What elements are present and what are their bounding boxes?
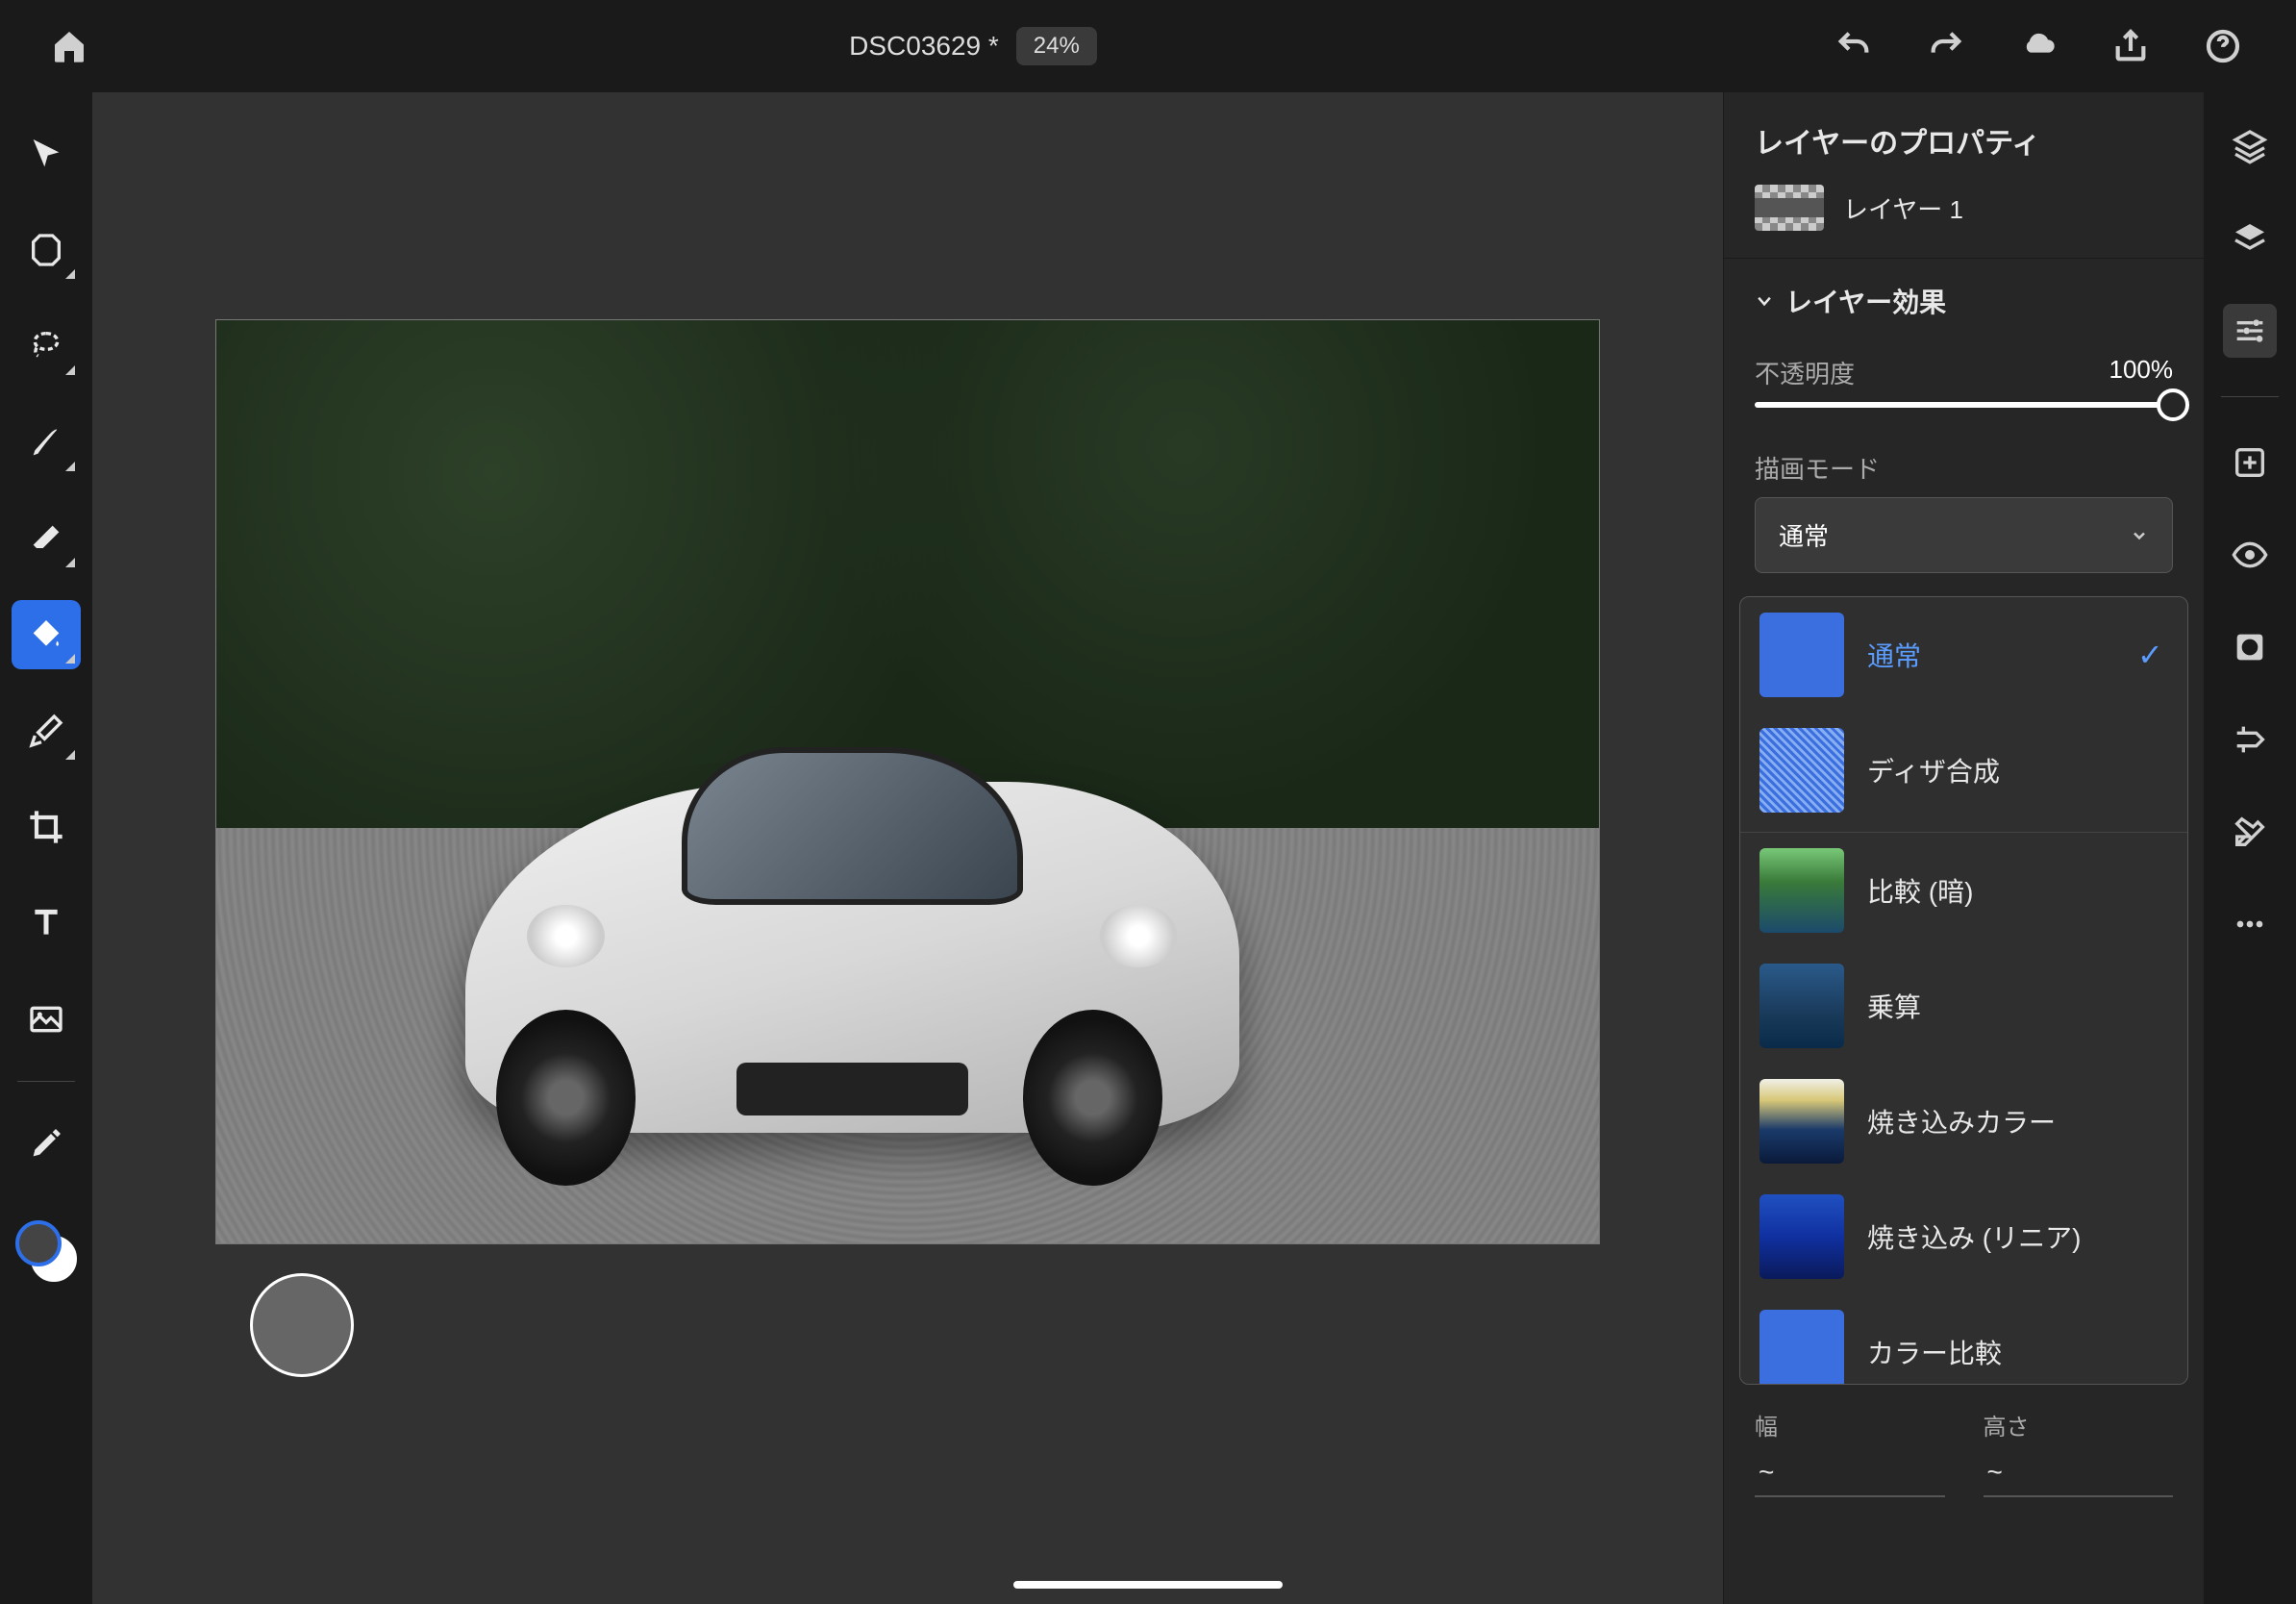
properties-title: レイヤーのプロパティ	[1755, 119, 2173, 162]
blend-thumbnail	[1759, 848, 1844, 933]
blend-mode-option[interactable]: 通常 ✓	[1740, 597, 2187, 713]
layer-name-label: レイヤー 1	[1843, 190, 1963, 226]
blend-thumbnail	[1759, 728, 1844, 813]
properties-panel: レイヤーのプロパティ レイヤー 1 レイヤー効果 不透明度 100% 描画モード…	[1723, 92, 2204, 1604]
active-layer-row[interactable]: レイヤー 1	[1755, 185, 2173, 231]
layers-panel-button[interactable]	[2223, 119, 2277, 173]
width-value[interactable]: ~	[1755, 1449, 1945, 1497]
blend-mode-option[interactable]: 比較 (暗)	[1740, 832, 2187, 948]
height-label: 高さ	[1984, 1408, 2174, 1441]
blend-option-label: 比較 (暗)	[1867, 871, 2114, 910]
opacity-label: 不透明度	[1755, 355, 1855, 390]
chevron-down-icon	[2130, 526, 2149, 545]
width-label: 幅	[1755, 1408, 1945, 1441]
eyedropper-tool[interactable]	[12, 1109, 81, 1178]
blend-mode-selected: 通常	[1779, 517, 1829, 553]
blend-mode-option[interactable]: カラー比較	[1740, 1294, 2187, 1385]
zoom-level[interactable]: 24%	[1016, 27, 1097, 65]
blend-option-label: ディザ合成	[1867, 751, 2114, 789]
left-toolbar	[0, 92, 92, 1604]
blend-thumbnail	[1759, 964, 1844, 1048]
top-bar: DSC03629 * 24%	[0, 0, 2296, 92]
blend-option-label: 乗算	[1867, 987, 2114, 1025]
mask-button[interactable]	[2223, 620, 2277, 674]
layer-effects-header[interactable]: レイヤー効果	[1724, 258, 2204, 343]
redo-button[interactable]	[1923, 23, 1969, 69]
clip-button[interactable]	[2223, 713, 2277, 766]
blend-mode-label: 描画モード	[1755, 450, 1880, 486]
crop-tool[interactable]	[12, 792, 81, 862]
color-swatches[interactable]	[12, 1216, 81, 1286]
document-title: DSC03629 *	[849, 31, 999, 62]
right-rail	[2204, 92, 2296, 1604]
blend-thumbnail	[1759, 1079, 1844, 1164]
foreground-color-swatch[interactable]	[15, 1220, 62, 1266]
blend-mode-option[interactable]: 乗算	[1740, 948, 2187, 1064]
share-button[interactable]	[2108, 23, 2154, 69]
cloud-sync-icon[interactable]	[2015, 23, 2061, 69]
home-indicator	[1013, 1581, 1283, 1589]
blend-mode-menu: 通常 ✓ ディザ合成比較 (暗) 乗算焼き込みカラー焼き込み (リニア) カラー比較	[1739, 596, 2188, 1385]
delete-button[interactable]	[2223, 805, 2277, 859]
adjustments-button[interactable]	[2223, 304, 2277, 358]
blend-mode-dropdown[interactable]: 通常	[1755, 497, 2173, 573]
blend-option-label: カラー比較	[1867, 1333, 2114, 1371]
opacity-slider[interactable]	[1755, 402, 2173, 408]
layer-properties-button[interactable]	[2223, 212, 2277, 265]
blend-thumbnail	[1759, 1194, 1844, 1279]
blend-mode-option[interactable]: 焼き込みカラー	[1740, 1064, 2187, 1179]
check-icon: ✓	[2137, 637, 2168, 673]
blend-option-label: 焼き込み (リニア)	[1867, 1217, 2114, 1256]
text-tool[interactable]	[12, 889, 81, 958]
undo-button[interactable]	[1831, 23, 1877, 69]
brush-size-preview[interactable]	[250, 1273, 354, 1377]
blend-option-label: 通常	[1867, 636, 2114, 674]
visibility-button[interactable]	[2223, 528, 2277, 582]
canvas-area[interactable]	[92, 92, 1723, 1604]
blend-thumbnail	[1759, 1310, 1844, 1385]
blend-mode-option[interactable]: 焼き込み (リニア)	[1740, 1179, 2187, 1294]
help-button[interactable]	[2200, 23, 2246, 69]
effects-title: レイヤー効果	[1785, 282, 1946, 320]
add-layer-button[interactable]	[2223, 436, 2277, 489]
opacity-value: 100%	[2109, 355, 2174, 390]
more-button[interactable]	[2223, 897, 2277, 951]
blend-thumbnail	[1759, 613, 1844, 697]
blend-mode-option[interactable]: ディザ合成	[1740, 713, 2187, 828]
canvas-image[interactable]	[215, 319, 1600, 1244]
layer-thumbnail	[1755, 185, 1824, 231]
blend-option-label: 焼き込みカラー	[1867, 1102, 2114, 1140]
place-image-tool[interactable]	[12, 985, 81, 1054]
height-value[interactable]: ~	[1984, 1449, 2174, 1497]
move-tool[interactable]	[12, 119, 81, 188]
home-button[interactable]	[46, 23, 92, 69]
